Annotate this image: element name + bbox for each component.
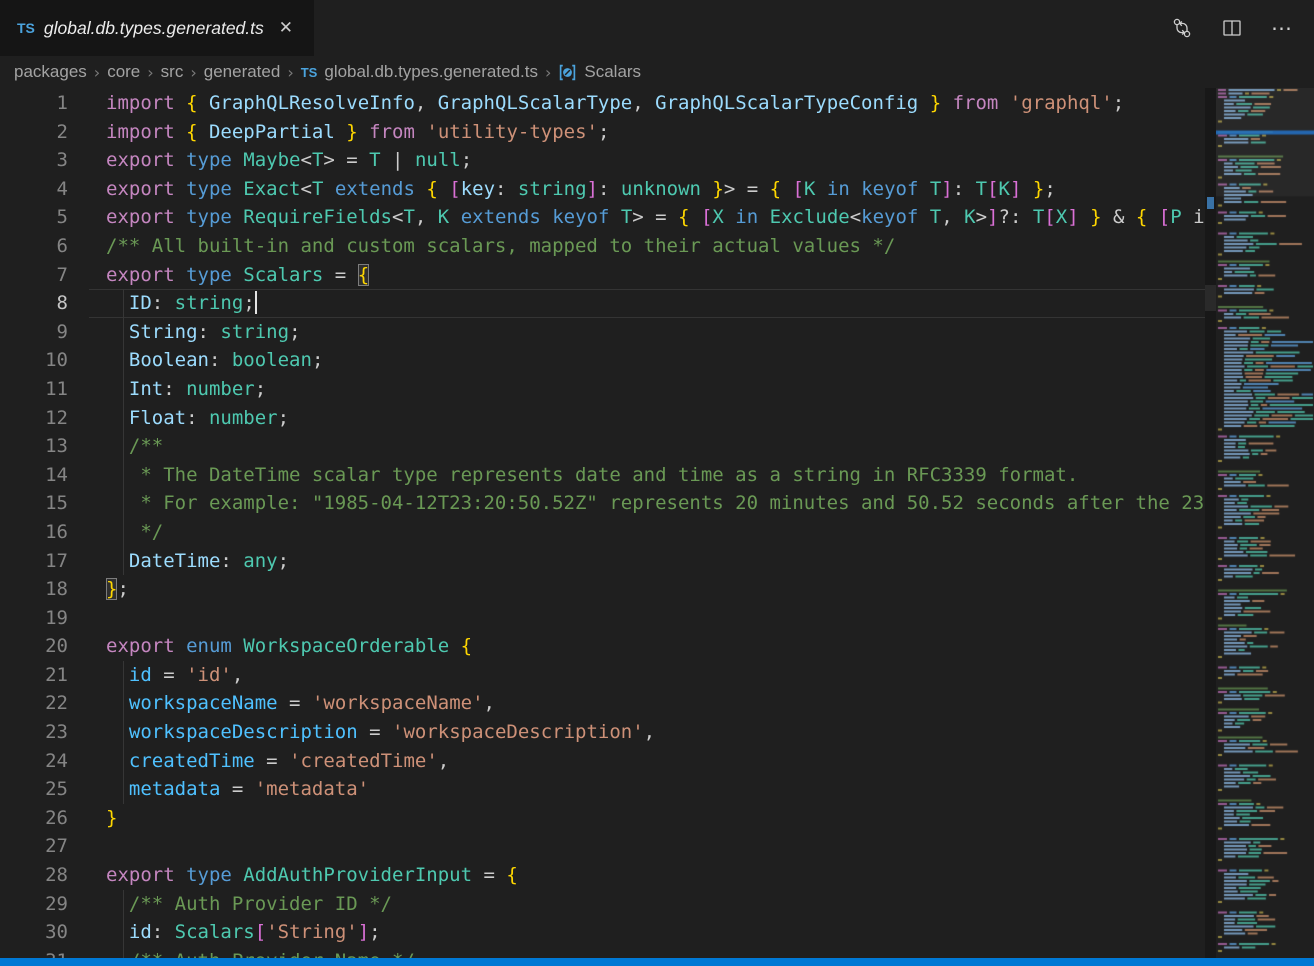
- more-actions-icon[interactable]: ⋯: [1270, 16, 1294, 40]
- minimap[interactable]: [1216, 88, 1314, 958]
- typescript-file-icon: TS: [17, 20, 35, 36]
- line-number[interactable]: 10: [0, 346, 68, 375]
- breadcrumb-item-packages[interactable]: packages: [14, 62, 87, 82]
- line-number[interactable]: 9: [0, 318, 68, 347]
- breadcrumb: packages › core › src › generated › TS g…: [0, 56, 1314, 88]
- line-number[interactable]: 28: [0, 861, 68, 890]
- line-number[interactable]: 13: [0, 432, 68, 461]
- code-line[interactable]: String: string;: [89, 318, 1205, 347]
- line-number[interactable]: 14: [0, 461, 68, 490]
- code-line[interactable]: [89, 832, 1205, 861]
- breadcrumb-item-file[interactable]: TS global.db.types.generated.ts: [301, 62, 538, 82]
- code-line[interactable]: Boolean: boolean;: [89, 346, 1205, 375]
- code-line[interactable]: createdTime = 'createdTime',: [89, 747, 1205, 776]
- code-line[interactable]: export type Exact<T extends { [key: stri…: [89, 175, 1205, 204]
- line-number[interactable]: 6: [0, 232, 68, 261]
- chevron-right-icon: ›: [94, 63, 100, 82]
- breadcrumb-item-generated[interactable]: generated: [204, 62, 281, 82]
- line-number[interactable]: 27: [0, 832, 68, 861]
- close-icon[interactable]: ✕: [279, 20, 293, 37]
- code-line[interactable]: /**: [89, 432, 1205, 461]
- line-number[interactable]: 21: [0, 661, 68, 690]
- typescript-file-icon: TS: [301, 65, 318, 80]
- indent-guide: [123, 289, 124, 575]
- code-editor[interactable]: 1234567891011121314151617181920212223242…: [0, 88, 1314, 958]
- line-number[interactable]: 22: [0, 689, 68, 718]
- code-line[interactable]: export type RequireFields<T, K extends k…: [89, 203, 1205, 232]
- tab-global-db-types[interactable]: TS global.db.types.generated.ts ✕: [0, 0, 314, 56]
- line-number[interactable]: 2: [0, 118, 68, 147]
- line-number[interactable]: 16: [0, 518, 68, 547]
- open-changes-icon[interactable]: [1170, 16, 1194, 40]
- code-line[interactable]: */: [89, 518, 1205, 547]
- split-editor-icon[interactable]: [1220, 16, 1244, 40]
- tab-bar: TS global.db.types.generated.ts ✕: [0, 0, 1314, 56]
- code-line[interactable]: /** Auth Provider ID */: [89, 890, 1205, 919]
- indent-guide: [123, 661, 124, 804]
- line-number[interactable]: 20: [0, 632, 68, 661]
- code-line[interactable]: * The DateTime scalar type represents da…: [89, 461, 1205, 490]
- line-number[interactable]: 17: [0, 547, 68, 576]
- line-number[interactable]: 7: [0, 261, 68, 290]
- code-lines[interactable]: import { GraphQLResolveInfo, GraphQLScal…: [89, 89, 1205, 958]
- code-line[interactable]: export type Scalars = {: [89, 261, 1205, 290]
- line-number[interactable]: 30: [0, 918, 68, 947]
- code-line[interactable]: import { DeepPartial } from 'utility-typ…: [89, 118, 1205, 147]
- line-number[interactable]: 24: [0, 747, 68, 776]
- line-number[interactable]: 8: [0, 289, 68, 318]
- code-line[interactable]: ID: string;: [89, 289, 1205, 318]
- tab-title: global.db.types.generated.ts: [44, 18, 264, 39]
- code-line[interactable]: export enum WorkspaceOrderable {: [89, 632, 1205, 661]
- text-cursor: [255, 291, 257, 314]
- line-number[interactable]: 3: [0, 146, 68, 175]
- code-line[interactable]: Int: number;: [89, 375, 1205, 404]
- vscode-window: TS global.db.types.generated.ts ✕: [0, 0, 1314, 966]
- symbol-type-icon: [558, 63, 577, 82]
- line-number[interactable]: 26: [0, 804, 68, 833]
- code-line[interactable]: metadata = 'metadata': [89, 775, 1205, 804]
- chevron-right-icon: ›: [190, 63, 196, 82]
- code-line[interactable]: id: Scalars['String'];: [89, 918, 1205, 947]
- code-line[interactable]: [89, 604, 1205, 633]
- overview-ruler-scrollbar[interactable]: [1205, 88, 1216, 958]
- line-number-gutter[interactable]: 1234567891011121314151617181920212223242…: [0, 89, 68, 966]
- line-number[interactable]: 12: [0, 404, 68, 433]
- breadcrumb-symbol-label: Scalars: [584, 62, 641, 82]
- code-line[interactable]: export type Maybe<T> = T | null;: [89, 146, 1205, 175]
- breadcrumb-file-label: global.db.types.generated.ts: [324, 62, 538, 82]
- chevron-right-icon: ›: [545, 63, 551, 82]
- line-number[interactable]: 15: [0, 489, 68, 518]
- code-line[interactable]: import { GraphQLResolveInfo, GraphQLScal…: [89, 89, 1205, 118]
- line-number[interactable]: 1: [0, 89, 68, 118]
- line-number[interactable]: 25: [0, 775, 68, 804]
- breadcrumb-item-core[interactable]: core: [107, 62, 140, 82]
- chevron-right-icon: ›: [147, 63, 153, 82]
- code-line[interactable]: };: [89, 575, 1205, 604]
- indent-guide: [123, 890, 124, 966]
- line-number[interactable]: 5: [0, 203, 68, 232]
- code-line[interactable]: workspaceDescription = 'workspaceDescrip…: [89, 718, 1205, 747]
- editor-actions: ⋯: [1170, 0, 1314, 56]
- code-line[interactable]: Float: number;: [89, 404, 1205, 433]
- chevron-right-icon: ›: [287, 63, 293, 82]
- code-line[interactable]: /** Auth Provider Name */: [89, 947, 1205, 958]
- line-number[interactable]: 4: [0, 175, 68, 204]
- line-number[interactable]: 19: [0, 604, 68, 633]
- code-line[interactable]: }: [89, 804, 1205, 833]
- code-line[interactable]: workspaceName = 'workspaceName',: [89, 689, 1205, 718]
- line-number[interactable]: 23: [0, 718, 68, 747]
- code-line[interactable]: id = 'id',: [89, 661, 1205, 690]
- status-bar[interactable]: [0, 958, 1314, 966]
- line-number[interactable]: 11: [0, 375, 68, 404]
- code-line[interactable]: DateTime: any;: [89, 547, 1205, 576]
- code-line[interactable]: * For example: "1985-04-12T23:20:50.52Z"…: [89, 489, 1205, 518]
- line-number[interactable]: 29: [0, 890, 68, 919]
- overview-cursor-marker: [1207, 197, 1214, 209]
- code-line[interactable]: export type AddAuthProviderInput = {: [89, 861, 1205, 890]
- line-number[interactable]: 18: [0, 575, 68, 604]
- breadcrumb-item-src[interactable]: src: [161, 62, 184, 82]
- overview-current-line-marker: [1205, 285, 1216, 311]
- breadcrumb-item-symbol[interactable]: Scalars: [558, 62, 641, 82]
- code-line[interactable]: /** All built-in and custom scalars, map…: [89, 232, 1205, 261]
